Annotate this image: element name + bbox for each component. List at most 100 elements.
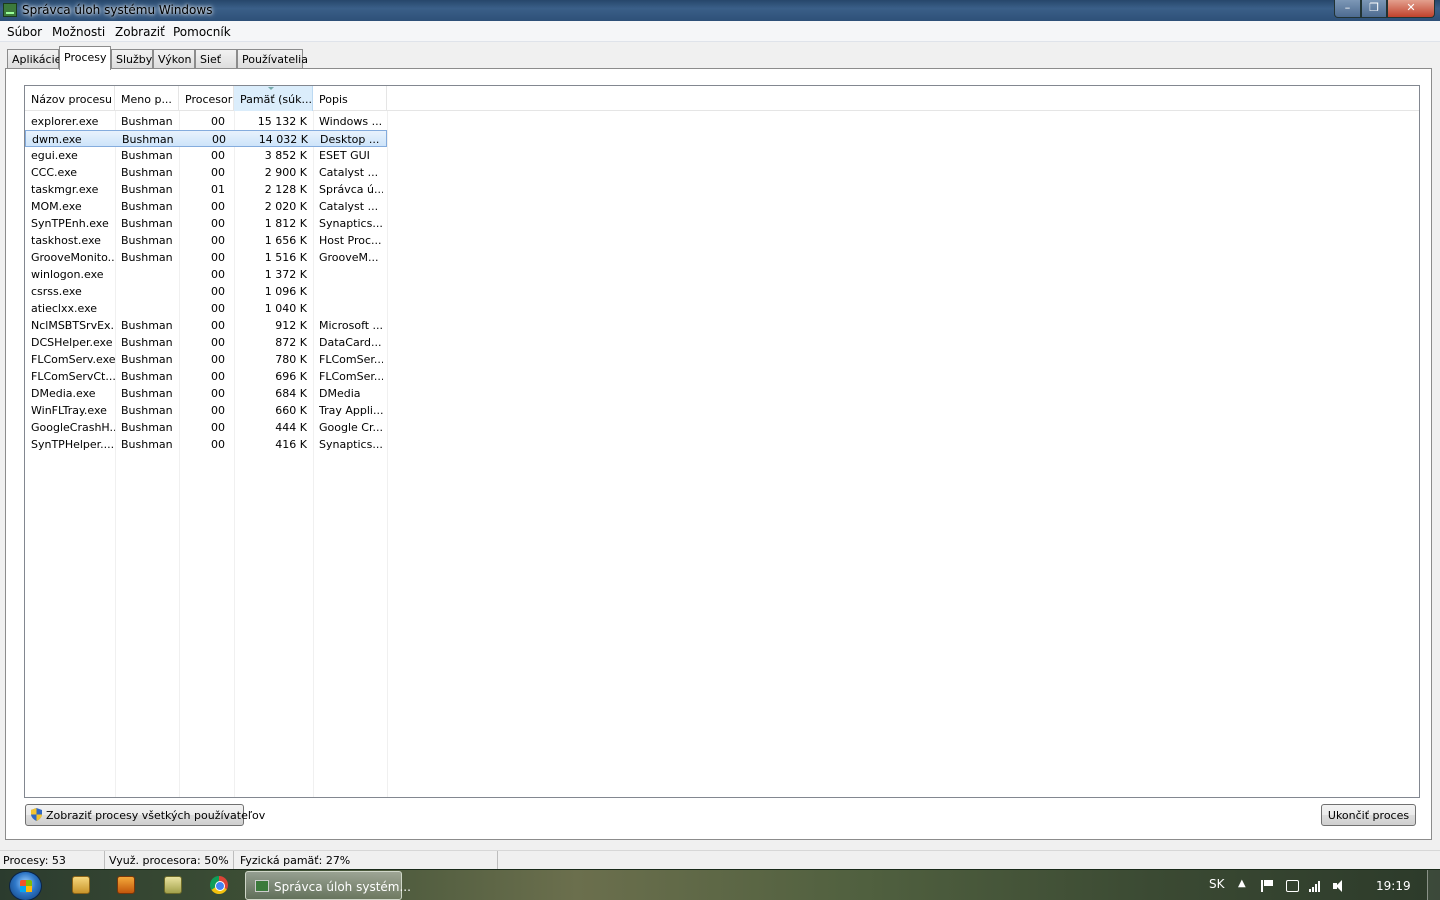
table-row[interactable]: taskmgr.exe Bushman 01 2 128 K Správca ú... — [25, 181, 387, 198]
tab-applications[interactable]: Aplikácie — [7, 49, 61, 69]
process-name-cell: SynTPEnh.exe — [31, 217, 109, 230]
shield-icon — [31, 808, 42, 821]
window-title: Správca úloh systému Windows — [22, 3, 213, 17]
process-memory-cell: 872 K — [275, 336, 307, 349]
table-row[interactable]: SynTPHelper.... Bushman 00 416 K Synaptics..… — [25, 436, 387, 453]
process-name-cell: explorer.exe — [31, 115, 99, 128]
show-hidden-icons-button[interactable]: ▲ — [1238, 878, 1246, 889]
process-memory-cell: 416 K — [275, 438, 307, 451]
process-name-cell: MOM.exe — [31, 200, 82, 213]
column-header-user[interactable]: Meno p... — [115, 86, 179, 111]
table-row[interactable]: WinFLTray.exe Bushman 00 660 K Tray Appli... — [25, 402, 387, 419]
process-memory-cell: 696 K — [275, 370, 307, 383]
column-header-name[interactable]: Názov procesu — [25, 86, 115, 111]
table-row[interactable]: egui.exe Bushman 00 3 852 K ESET GUI — [25, 147, 387, 164]
table-row[interactable]: taskhost.exe Bushman 00 1 656 K Host Proc... — [25, 232, 387, 249]
process-user-cell: Bushman — [121, 200, 173, 213]
end-process-button[interactable]: Ukončiť proces — [1321, 804, 1416, 826]
table-row[interactable]: GoogleCrashH... Bushman 00 444 K Google Cr..… — [25, 419, 387, 436]
table-row[interactable]: CCC.exe Bushman 00 2 900 K Catalyst ... — [25, 164, 387, 181]
table-row[interactable]: NclMSBTSrvEx... Bushman 00 912 K Microsoft .… — [25, 317, 387, 334]
process-user-cell: Bushman — [121, 404, 173, 417]
menu-options[interactable]: Možnosti — [52, 25, 105, 39]
libraries-icon[interactable] — [164, 876, 182, 894]
menu-view[interactable]: Zobraziť — [115, 25, 165, 39]
tab-users[interactable]: Používatelia — [237, 49, 308, 69]
process-cpu-cell: 00 — [212, 133, 226, 146]
table-row[interactable]: GrooveMonito... Bushman 00 1 516 K GrooveM..… — [25, 249, 387, 266]
process-memory-cell: 912 K — [275, 319, 307, 332]
process-name-cell: csrss.exe — [31, 285, 82, 298]
process-description-cell: FLComSer... — [319, 370, 383, 383]
close-button[interactable]: ✕ — [1387, 0, 1435, 18]
language-indicator[interactable]: SK — [1209, 877, 1225, 891]
process-description-cell: DataCard... — [319, 336, 382, 349]
table-row[interactable]: explorer.exe Bushman 00 15 132 K Windows ... — [25, 113, 387, 130]
process-name-cell: winlogon.exe — [31, 268, 104, 281]
process-description-cell: ESET GUI — [319, 149, 370, 162]
network-icon[interactable] — [1309, 880, 1322, 892]
process-cpu-cell: 00 — [211, 302, 225, 315]
status-bar: Procesy: 53 Využ. procesora: 50% Fyzická… — [0, 850, 1440, 870]
process-cpu-cell: 00 — [211, 149, 225, 162]
menu-file[interactable]: Súbor — [7, 25, 42, 39]
media-player-icon[interactable] — [117, 876, 135, 894]
table-row[interactable]: FLComServCt... Bushman 00 696 K FLComSer... — [25, 368, 387, 385]
menu-help[interactable]: Pomocník — [173, 25, 231, 39]
process-name-cell: GoogleCrashH... — [31, 421, 115, 434]
tab-performance[interactable]: Výkon — [153, 49, 195, 69]
process-cpu-cell: 00 — [211, 268, 225, 281]
table-row[interactable]: MOM.exe Bushman 00 2 020 K Catalyst ... — [25, 198, 387, 215]
start-button[interactable] — [9, 871, 42, 900]
column-header-memory[interactable]: Pamäť (súk... — [234, 86, 313, 111]
process-list[interactable]: Názov procesu Meno p... Procesor Pamäť (… — [24, 85, 1420, 798]
process-name-cell: CCC.exe — [31, 166, 78, 179]
column-header-description[interactable]: Popis — [313, 86, 387, 111]
table-row[interactable]: DMedia.exe Bushman 00 684 K DMedia — [25, 385, 387, 402]
table-row[interactable]: DCSHelper.exe Bushman 00 872 K DataCard... — [25, 334, 387, 351]
volume-icon[interactable] — [1333, 880, 1346, 892]
table-row[interactable]: winlogon.exe 00 1 372 K — [25, 266, 387, 283]
process-cpu-cell: 00 — [211, 404, 225, 417]
flag-icon[interactable] — [1261, 880, 1274, 892]
table-row[interactable]: atieclxx.exe 00 1 040 K — [25, 300, 387, 317]
table-row[interactable]: csrss.exe 00 1 096 K — [25, 283, 387, 300]
explorer-icon[interactable] — [72, 876, 90, 894]
tab-network[interactable]: Sieť — [195, 49, 237, 69]
taskbar-task-manager[interactable]: Správca úloh systém... — [245, 871, 411, 900]
process-user-cell: Bushman — [121, 387, 173, 400]
process-description-cell: FLComSer... — [319, 353, 383, 366]
maximize-button[interactable]: ❐ — [1361, 0, 1387, 18]
tab-processes[interactable]: Procesy — [59, 46, 111, 70]
process-name-cell: taskmgr.exe — [31, 183, 99, 196]
table-row[interactable]: FLComServ.exe Bushman 00 780 K FLComSer... — [25, 351, 387, 368]
process-cpu-cell: 00 — [211, 200, 225, 213]
show-desktop-button[interactable] — [1427, 870, 1440, 900]
process-cpu-cell: 00 — [211, 319, 225, 332]
chrome-icon[interactable] — [210, 876, 228, 894]
process-description-cell: Catalyst ... — [319, 166, 379, 179]
process-cpu-cell: 00 — [211, 285, 225, 298]
process-name-cell: SynTPHelper.... — [31, 438, 115, 451]
process-memory-cell: 2 020 K — [264, 200, 307, 213]
table-row[interactable]: dwm.exe Bushman 00 14 032 K Desktop ... — [25, 130, 387, 147]
clock[interactable]: 19:19 — [1376, 879, 1411, 893]
process-user-cell: Bushman — [121, 319, 173, 332]
column-header-cpu[interactable]: Procesor — [179, 86, 234, 111]
process-user-cell: Bushman — [121, 149, 173, 162]
tab-services[interactable]: Služby — [111, 49, 153, 69]
status-cpu-usage: Využ. procesora: 50% — [105, 851, 234, 870]
table-row[interactable]: SynTPEnh.exe Bushman 00 1 812 K Synaptics... — [25, 215, 387, 232]
power-icon[interactable] — [1286, 880, 1299, 892]
process-user-cell: Bushman — [121, 166, 173, 179]
list-header: Názov procesu Meno p... Procesor Pamäť (… — [25, 86, 1419, 111]
show-all-processes-button[interactable]: Zobraziť procesy všetkých používateľov — [25, 804, 265, 826]
minimize-button[interactable]: – — [1334, 0, 1361, 18]
process-name-cell: FLComServCt... — [31, 370, 115, 383]
process-memory-cell: 14 032 K — [258, 133, 308, 146]
process-user-cell: Bushman — [121, 183, 173, 196]
process-memory-cell: 1 656 K — [264, 234, 307, 247]
process-description-cell: Synaptics... — [319, 217, 383, 230]
process-memory-cell: 1 812 K — [264, 217, 307, 230]
process-user-cell: Bushman — [122, 133, 174, 146]
